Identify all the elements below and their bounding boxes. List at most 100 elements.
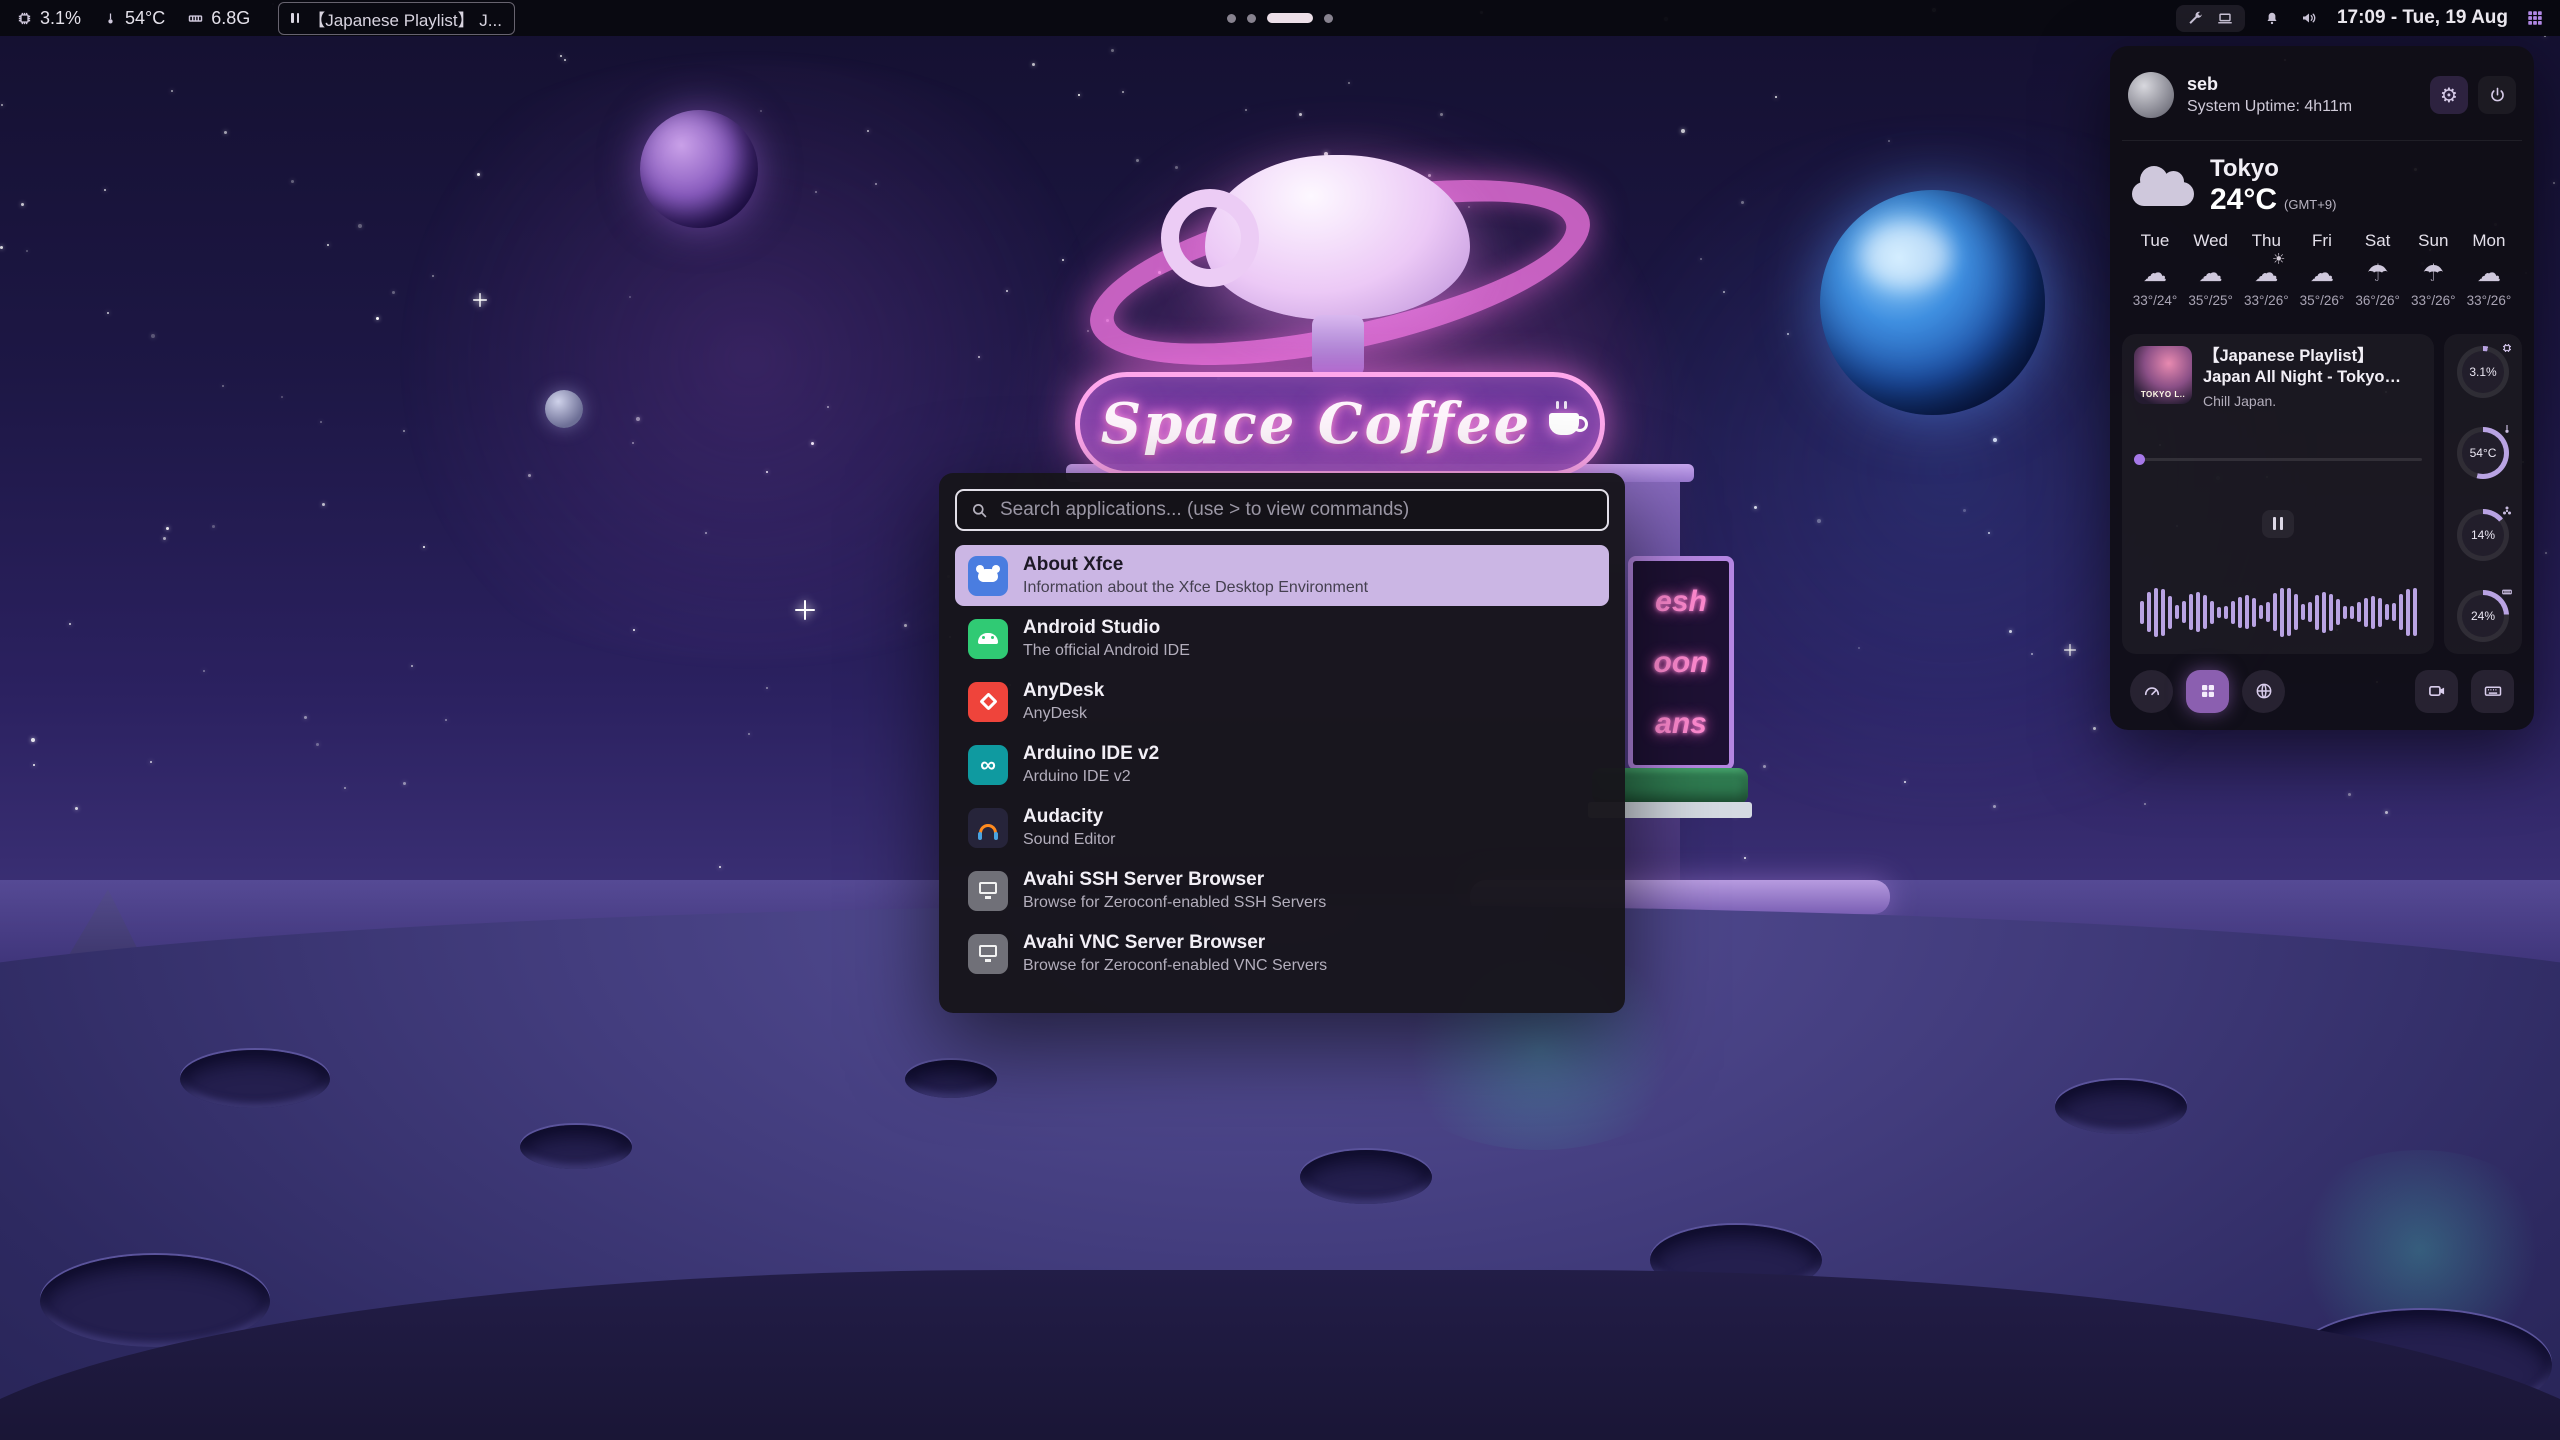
- temperature-gauge: 54°C: [2457, 427, 2509, 479]
- workspace-indicator[interactable]: [1227, 0, 1333, 36]
- search-icon: [970, 501, 989, 520]
- notifications-bell-icon[interactable]: [2263, 9, 2281, 27]
- app-row-audacity[interactable]: Audacity Sound Editor: [955, 797, 1609, 858]
- now-playing-pill[interactable]: 【Japanese Playlist】 J...: [278, 2, 515, 35]
- rain-icon: ☂: [2360, 258, 2396, 286]
- media-progress[interactable]: [2134, 453, 2422, 465]
- forecast-day: Wed ☁ 35°/25°: [2184, 231, 2238, 308]
- video-camera-icon: [2427, 681, 2447, 701]
- waveform: [2134, 582, 2422, 642]
- search-input[interactable]: [1000, 499, 1594, 521]
- forecast-day: Tue ☁ 33°/24°: [2128, 231, 2182, 308]
- cloud-icon: ☁: [2471, 258, 2507, 286]
- app-description: Arduino IDE v2: [1023, 768, 1159, 786]
- settings-button[interactable]: ⚙: [2430, 76, 2468, 114]
- partly-sunny-icon: ☀☁: [2248, 258, 2284, 286]
- app-grid-icon[interactable]: [2526, 9, 2544, 27]
- power-button[interactable]: [2478, 76, 2516, 114]
- android-studio-icon: [968, 619, 1008, 659]
- app-row-android-studio[interactable]: Android Studio The official Android IDE: [955, 608, 1609, 669]
- rain-icon: ☂: [2415, 258, 2451, 286]
- app-row-avahi-ssh[interactable]: Avahi SSH Server Browser Browse for Zero…: [955, 860, 1609, 921]
- app-row-arduino[interactable]: ∞ Arduino IDE v2 Arduino IDE v2: [955, 734, 1609, 795]
- app-name: Avahi SSH Server Browser: [1023, 869, 1326, 891]
- neon-sign: Space Coffee: [1075, 372, 1605, 476]
- anydesk-icon: [968, 682, 1008, 722]
- avahi-icon: [968, 871, 1008, 911]
- album-art: TOKYO L..: [2134, 346, 2192, 404]
- memory-icon: [2501, 586, 2513, 598]
- launcher-search[interactable]: [955, 489, 1609, 531]
- pause-button[interactable]: [2262, 510, 2294, 538]
- cpu-icon: [2501, 342, 2513, 354]
- tray-tools[interactable]: [2176, 5, 2245, 32]
- cloud-icon: ☁: [2137, 258, 2173, 286]
- star-sparkle: [2064, 644, 2076, 656]
- temperature-icon: [2501, 423, 2513, 435]
- workspace-dot[interactable]: [1324, 14, 1333, 23]
- memory-gauge: 24%: [2457, 590, 2509, 642]
- app-name: About Xfce: [1023, 554, 1368, 576]
- star-sparkle: [473, 293, 487, 307]
- cpu-gauge: 3.1%: [2457, 346, 2509, 398]
- crater: [1300, 1150, 1432, 1204]
- weather-city: Tokyo: [2210, 155, 2336, 183]
- cup-stand: [1312, 315, 1364, 377]
- user-name: seb: [2187, 74, 2352, 95]
- window-neon-text: ans: [1655, 707, 1707, 741]
- web-button[interactable]: [2242, 670, 2285, 713]
- gear-icon: ⚙: [2440, 83, 2458, 108]
- cloud-icon: ☁: [2193, 258, 2229, 286]
- forecast-day: Sat ☂ 36°/26°: [2351, 231, 2405, 308]
- app-name: AnyDesk: [1023, 680, 1104, 702]
- cpu-icon: [16, 10, 33, 27]
- cloud-icon: [2132, 166, 2194, 206]
- crater: [520, 1125, 632, 1169]
- wrench-icon: [2187, 10, 2204, 27]
- media-subtitle: Chill Japan.: [2203, 393, 2422, 409]
- window-neon-text: oon: [1654, 646, 1709, 680]
- screen-record-button[interactable]: [2415, 670, 2458, 713]
- purple-planet: [640, 110, 758, 228]
- progress-handle[interactable]: [2134, 454, 2145, 465]
- memory-icon: [187, 10, 204, 27]
- app-row-anydesk[interactable]: AnyDesk AnyDesk: [955, 671, 1609, 732]
- app-description: Information about the Xfce Desktop Envir…: [1023, 579, 1368, 597]
- workspace-dot[interactable]: [1227, 14, 1236, 23]
- app-name: Android Studio: [1023, 617, 1190, 639]
- top-bar-left: 3.1% 54°C 6.8G 【Japanese Playlist】 J...: [0, 2, 515, 35]
- weather-temperature: 24°C: [2210, 183, 2277, 217]
- quick-actions: [2122, 662, 2522, 718]
- shop-window: esh oon ans: [1628, 556, 1734, 770]
- earth-planet: [1820, 190, 2045, 415]
- gauge-icon: [2142, 681, 2162, 701]
- small-moon: [545, 390, 583, 428]
- apps-button[interactable]: [2186, 670, 2229, 713]
- volume-icon[interactable]: [2299, 9, 2319, 27]
- weather-widget: Tokyo 24°C (GMT+9) Tue ☁ 33°/24° Wed ☁ 3…: [2122, 140, 2522, 326]
- app-description: AnyDesk: [1023, 705, 1104, 723]
- top-bar: 3.1% 54°C 6.8G 【Japanese Playlist】 J... …: [0, 0, 2560, 36]
- app-row-about-xfce[interactable]: About Xfce Information about the Xfce De…: [955, 545, 1609, 606]
- workspace-dot[interactable]: [1247, 14, 1256, 23]
- forecast-day: Thu ☀☁ 33°/26°: [2239, 231, 2293, 308]
- app-description: Browse for Zeroconf-enabled SSH Servers: [1023, 894, 1326, 912]
- cloud-icon: ☁: [2304, 258, 2340, 286]
- temperature-stat: 54°C: [103, 8, 165, 29]
- arduino-icon: ∞: [968, 745, 1008, 785]
- app-description: Sound Editor: [1023, 831, 1116, 849]
- avahi-icon: [968, 934, 1008, 974]
- control-center-panel: seb System Uptime: 4h11m ⚙ Tokyo 24°C (G…: [2110, 46, 2534, 730]
- system-gauges: 3.1% 54°C 14% 24%: [2444, 334, 2522, 654]
- laptop-icon: [2216, 10, 2234, 27]
- clock[interactable]: 17:09 - Tue, 19 Aug: [2337, 7, 2508, 29]
- forecast-day: Mon ☁ 33°/26°: [2462, 231, 2516, 308]
- app-row-avahi-vnc[interactable]: Avahi VNC Server Browser Browse for Zero…: [955, 923, 1609, 984]
- workspace-active[interactable]: [1267, 13, 1313, 23]
- star-sparkle: [795, 600, 815, 620]
- keyboard-button[interactable]: [2471, 670, 2514, 713]
- monitor-button[interactable]: [2130, 670, 2173, 713]
- app-list: About Xfce Information about the Xfce De…: [955, 545, 1609, 997]
- app-description: Browse for Zeroconf-enabled VNC Servers: [1023, 957, 1327, 975]
- crater: [180, 1050, 330, 1108]
